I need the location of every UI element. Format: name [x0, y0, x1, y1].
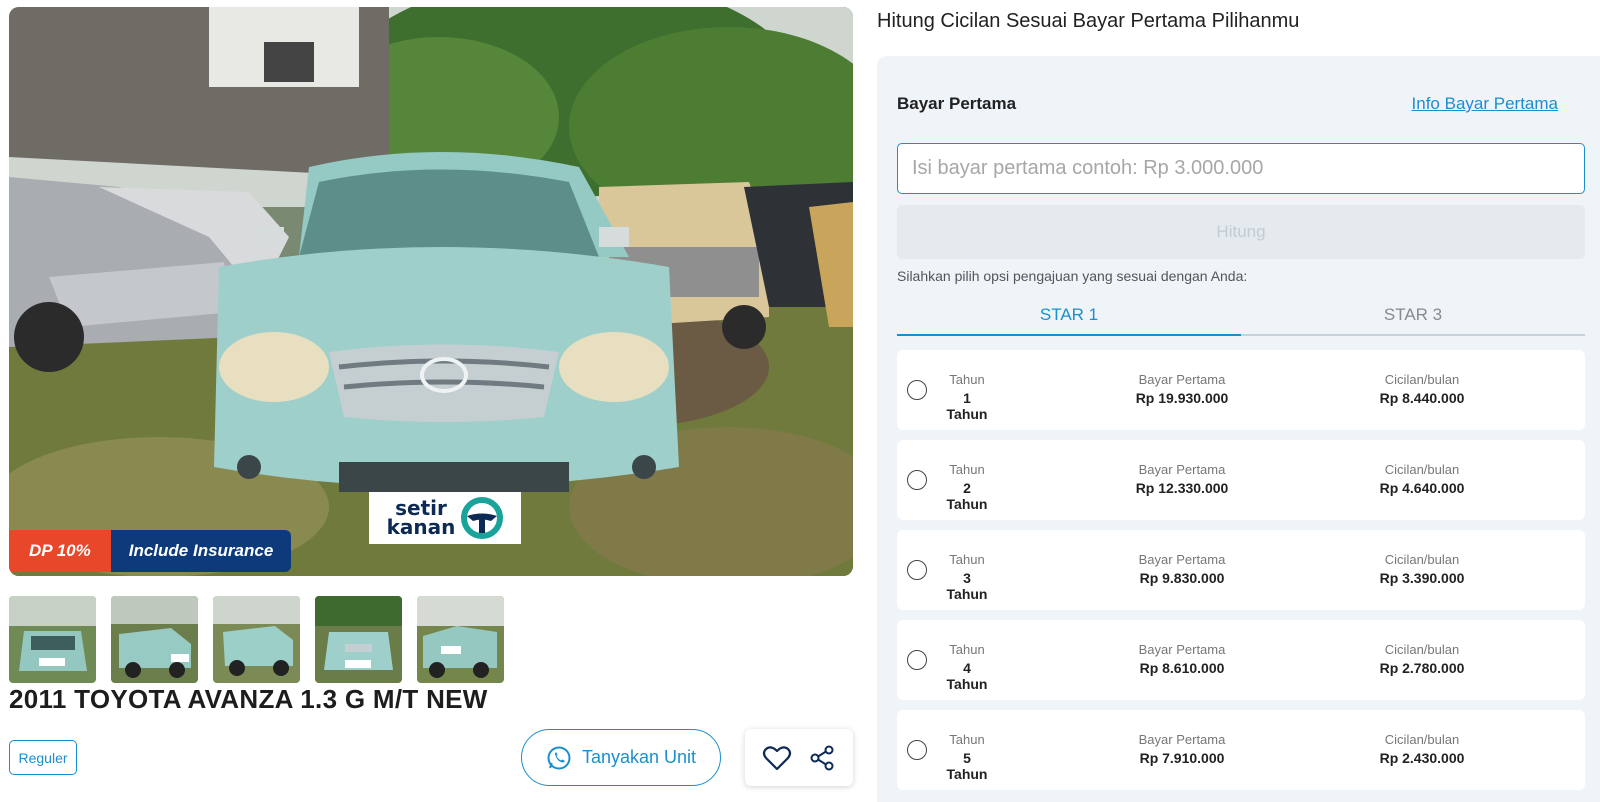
tenor-value: 1 Tahun — [946, 390, 988, 422]
calculator-panel: Bayar Pertama Info Bayar Pertama Hitung … — [877, 56, 1600, 802]
photo-thumbnails — [9, 596, 504, 683]
share-icon — [810, 745, 834, 770]
dp-value: Rp 19.930.000 — [1135, 390, 1229, 406]
whatsapp-icon — [547, 746, 571, 769]
installment-label: Cicilan/bulan — [1384, 462, 1460, 477]
action-buttons — [745, 729, 853, 786]
installment-value: Rp 2.430.000 — [1379, 750, 1465, 766]
installment-value: Rp 3.390.000 — [1379, 570, 1465, 586]
option-radio[interactable] — [907, 560, 927, 580]
thumbnail-5[interactable] — [417, 596, 504, 683]
dp-value: Rp 12.330.000 — [1135, 480, 1229, 496]
dp-value: Rp 9.830.000 — [1139, 570, 1225, 586]
tenor-label: Tahun — [949, 642, 985, 657]
calculator-heading: Hitung Cicilan Sesuai Bayar Pertama Pili… — [877, 10, 1300, 32]
installment-label: Cicilan/bulan — [1384, 642, 1460, 657]
installment-value: Rp 2.780.000 — [1379, 660, 1465, 676]
installment-value: Rp 4.640.000 — [1379, 480, 1465, 496]
tenor-label: Tahun — [949, 552, 985, 567]
option-radio[interactable] — [907, 650, 927, 670]
tab-star-1[interactable]: STAR 1 — [897, 296, 1241, 336]
installment-option-1[interactable]: Tahun 1 Tahun Bayar Pertama Rp 19.930.000 … — [897, 350, 1585, 430]
thumbnail-front-view — [315, 596, 402, 683]
dp-value: Rp 7.910.000 — [1139, 750, 1225, 766]
installment-label: Cicilan/bulan — [1384, 732, 1460, 747]
installment-option-3[interactable]: Tahun 3 Tahun Bayar Pertama Rp 9.830.000 C… — [897, 530, 1585, 610]
dp-label: Bayar Pertama — [897, 94, 1017, 113]
dp-badge: DP 10% — [9, 530, 111, 572]
installment-option-4[interactable]: Tahun 4 Tahun Bayar Pertama Rp 8.610.000 C… — [897, 620, 1585, 700]
dp-col-label: Bayar Pertama — [1138, 552, 1226, 567]
thumbnail-2[interactable] — [111, 596, 198, 683]
installment-value: Rp 8.440.000 — [1379, 390, 1465, 406]
watermark-logo: setir kanan — [369, 492, 521, 544]
steering-wheel-icon — [461, 497, 504, 539]
category-tag: Reguler — [9, 740, 77, 775]
dp-value: Rp 8.610.000 — [1139, 660, 1225, 676]
installment-label: Cicilan/bulan — [1384, 372, 1460, 387]
thumbnail-3[interactable] — [213, 596, 300, 683]
installment-label: Cicilan/bulan — [1384, 552, 1460, 567]
dp-input[interactable] — [897, 143, 1585, 194]
dp-info-link[interactable]: Info Bayar Pertama — [1412, 94, 1558, 114]
dp-col-label: Bayar Pertama — [1138, 462, 1226, 477]
thumbnail-4[interactable] — [315, 596, 402, 683]
thumbnail-1[interactable] — [9, 596, 96, 683]
program-tabs: STAR 1 STAR 3 — [897, 296, 1585, 336]
installment-option-5[interactable]: Tahun 5 Tahun Bayar Pertama Rp 7.910.000 C… — [897, 710, 1585, 790]
page: setir kanan DP 10% Include Insurance 201… — [0, 0, 1600, 802]
promo-badges: DP 10% Include Insurance — [9, 530, 292, 572]
share-button[interactable] — [808, 744, 836, 772]
heart-icon — [762, 745, 791, 770]
tenor-value: 3 Tahun — [946, 570, 988, 602]
dp-col-label: Bayar Pertama — [1138, 642, 1226, 657]
option-radio[interactable] — [907, 740, 927, 760]
insurance-badge: Include Insurance — [110, 530, 292, 572]
tenor-value: 4 Tahun — [946, 660, 988, 692]
tenor-label: Tahun — [949, 462, 985, 477]
tenor-label: Tahun — [949, 372, 985, 387]
car-main-photo[interactable]: setir kanan DP 10% Include Insurance — [9, 7, 853, 576]
thumbnail-rear-angle-view — [417, 596, 504, 683]
option-radio[interactable] — [907, 470, 927, 490]
thumbnail-angle-view — [213, 596, 300, 683]
ask-unit-button[interactable]: Tanyakan Unit — [521, 729, 721, 786]
tenor-label: Tahun — [949, 732, 985, 747]
tenor-value: 5 Tahun — [946, 750, 988, 782]
watermark-line2: kanan — [386, 515, 456, 539]
car-title: 2011 TOYOTA AVANZA 1.3 G M/T NEW — [9, 684, 488, 714]
dp-col-label: Bayar Pertama — [1138, 732, 1226, 747]
tab-star-3[interactable]: STAR 3 — [1241, 296, 1585, 334]
car-photo-illustration — [9, 7, 853, 576]
option-radio[interactable] — [907, 380, 927, 400]
calculate-button[interactable]: Hitung — [897, 205, 1585, 259]
option-hint: Silahkan pilih opsi pengajuan yang sesua… — [897, 268, 1248, 284]
ask-unit-label: Tanyakan Unit — [581, 747, 697, 767]
favorite-button[interactable] — [762, 744, 792, 772]
thumbnail-rear-view — [9, 596, 96, 683]
thumbnail-side-view — [111, 596, 198, 683]
installment-option-2[interactable]: Tahun 2 Tahun Bayar Pertama Rp 12.330.000 … — [897, 440, 1585, 520]
dp-col-label: Bayar Pertama — [1138, 372, 1226, 387]
tenor-value: 2 Tahun — [946, 480, 988, 512]
